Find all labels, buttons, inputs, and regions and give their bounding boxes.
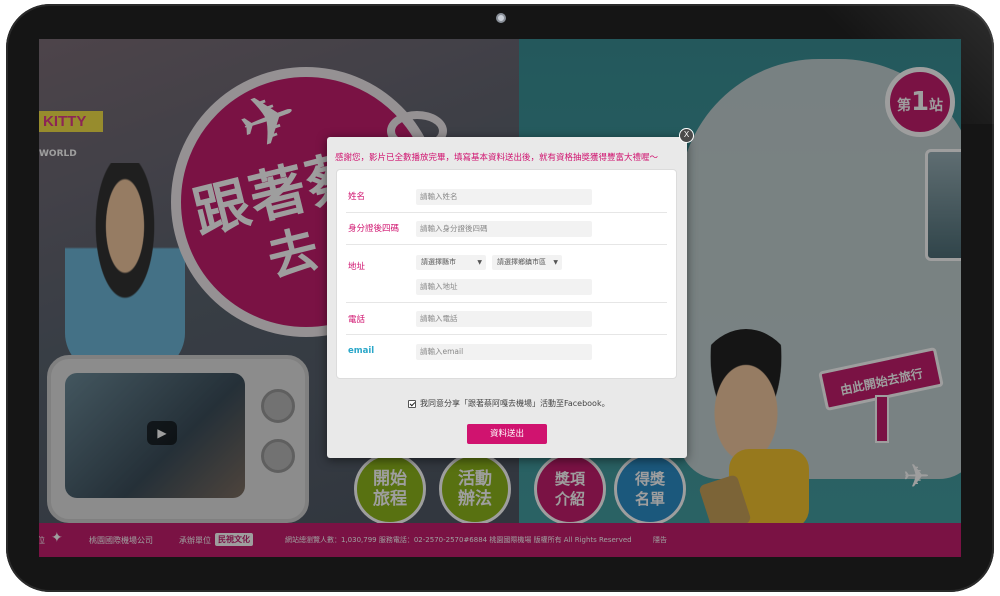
tablet-device: KITTY WORLD ✈ 跟著蔡 去 ▶ 第1站 由此開始去旅行 ✈ 開始 旅程…	[0, 0, 1000, 596]
district-select[interactable]: 請選擇鄉鎮市區 ▼	[492, 255, 562, 270]
modal-title: 感謝您，影片已全數播放完畢，填寫基本資料送出後，就有資格抽獎獲得豐富大禮喔～	[335, 153, 659, 163]
city-select-value: 請選擇縣市	[421, 258, 456, 266]
screen: KITTY WORLD ✈ 跟著蔡 去 ▶ 第1站 由此開始去旅行 ✈ 開始 旅程…	[39, 39, 961, 557]
facebook-consent[interactable]: 我同意分享「跟著蔡阿嘎去機場」活動至Facebook。	[408, 398, 610, 409]
phone-input[interactable]: 請輸入電話	[416, 311, 592, 327]
address-label: 地址	[348, 262, 366, 272]
address-input[interactable]: 請輸入地址	[416, 279, 592, 295]
city-select[interactable]: 請選擇縣市 ▼	[416, 255, 486, 270]
id-last4-input[interactable]: 請輸入身分證後四碼	[416, 221, 592, 237]
name-label: 姓名	[348, 192, 366, 202]
consent-text: 我同意分享「跟著蔡阿嘎去機場」活動至Facebook。	[420, 399, 610, 408]
camera-icon	[496, 13, 506, 23]
chevron-down-icon: ▼	[553, 259, 558, 266]
email-label: email	[348, 346, 375, 356]
id-last4-label: 身分證後四碼	[348, 224, 400, 234]
email-input[interactable]: 請輸入email	[416, 344, 592, 360]
submit-button[interactable]: 資料送出	[467, 424, 547, 444]
consent-checkbox[interactable]	[408, 399, 416, 408]
close-icon[interactable]: X	[679, 128, 694, 143]
district-select-value: 請選擇鄉鎮市區	[497, 258, 546, 266]
phone-label: 電話	[348, 315, 366, 325]
chevron-down-icon: ▼	[477, 259, 482, 266]
name-input[interactable]: 請輸入姓名	[416, 189, 592, 205]
